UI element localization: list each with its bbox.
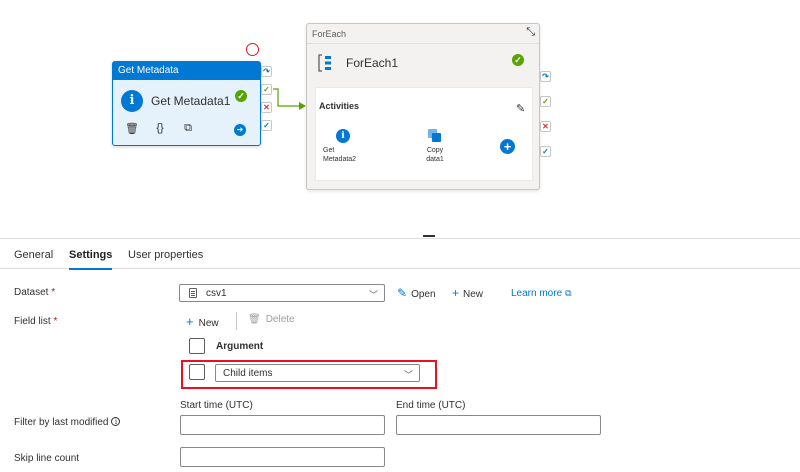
pencil-icon: ✎ [397,286,408,300]
inner-activity-label: data1 [426,156,444,163]
chevron-down-icon: ﹀ [368,290,378,300]
foreach-icon [318,54,331,72]
breakpoint-indicator[interactable] [246,43,259,56]
trash-icon: 🗑 [248,314,261,325]
panel-resize-handle[interactable] [423,235,435,237]
inner-activity-label: Copy [426,147,444,154]
delete-icon[interactable]: 🗑 [125,122,139,135]
success-port[interactable]: ✓ [261,84,272,95]
add-field-button[interactable]: + New [186,314,219,329]
select-all-checkbox[interactable] [189,338,205,354]
field-argument-value: Child items [223,368,273,379]
dataset-icon [189,288,197,298]
success-check-icon: ✓ [512,54,524,66]
tab-general[interactable]: General [14,249,53,261]
foreach-name: ForEach1 [346,56,399,70]
end-time-input[interactable] [396,415,601,435]
failure-port[interactable]: ✕ [261,102,272,113]
chevron-down-icon: ﹀ [403,370,413,380]
get-metadata-activity[interactable]: Get Metadata i Get Metadata1 ✓ 🗑 {} ⧉ ➜ [112,61,261,146]
failure-port[interactable]: ✕ [540,121,551,132]
go-arrow-icon[interactable]: ➜ [234,124,246,136]
inner-activity-label: Get [323,147,335,154]
collapse-icon[interactable]: ⤡ [526,26,535,39]
filter-last-modified-label: Filter by last modified i [14,417,121,428]
external-link-icon: ⧉ [565,288,572,298]
info-icon[interactable]: i [111,417,121,426]
code-icon[interactable]: {} [153,122,167,135]
foreach-inner-activities[interactable]: Activities ✎ i Get Metadata2 Copy data1 … [315,87,533,181]
pipeline-canvas[interactable]: Get Metadata i Get Metadata1 ✓ 🗑 {} ⧉ ➜ … [0,0,800,236]
info-icon: i [121,90,143,112]
dataset-label: Dataset * [14,287,56,298]
activities-label: Activities [319,101,360,111]
dataset-dropdown[interactable]: csv1 ﹀ [179,284,385,302]
activity-type-header: Get Metadata [113,62,260,80]
start-time-label: Start time (UTC) [180,400,253,411]
success-check-icon: ✓ [235,90,247,102]
inner-copy-activity[interactable]: Copy data1 [422,129,448,164]
inner-activity-label: Metadata2 [323,156,357,163]
completion-port[interactable]: ✓ [540,146,551,157]
foreach-activity[interactable]: ForEach ⤡ ForEach1 ✓ Activities ✎ i Get … [306,23,540,190]
new-dataset-button[interactable]: + New [452,286,483,300]
start-time-input[interactable] [180,415,385,435]
row-checkbox[interactable] [189,364,205,380]
skip-line-count-label: Skip line count [14,453,80,464]
skip-line-count-input[interactable] [180,447,385,467]
field-list-label: Field list * [14,316,58,327]
tab-settings[interactable]: Settings [69,249,113,270]
toolbar-divider [236,312,237,330]
success-port[interactable]: ✓ [540,96,551,107]
info-icon: i [336,129,350,143]
learn-more-link[interactable]: Learn more ⧉ [511,288,572,299]
copy-icon[interactable]: ⧉ [181,122,195,135]
open-dataset-button[interactable]: ✎ Open [397,286,436,300]
properties-tabs: General Settings User properties [0,238,800,270]
field-argument-dropdown[interactable]: Child items ﹀ [215,364,420,382]
delete-field-button[interactable]: 🗑 Delete [248,314,295,325]
completion-port[interactable]: ✓ [261,120,272,131]
inner-get-metadata-activity[interactable]: i Get Metadata2 [323,129,363,164]
activity-name: Get Metadata1 [151,94,231,108]
edit-pencil-icon[interactable]: ✎ [516,102,525,115]
add-activity-button[interactable]: + [500,139,515,154]
end-time-label: End time (UTC) [396,400,466,411]
foreach-header: ForEach [307,24,539,44]
dataset-value: csv1 [206,288,227,299]
tab-user-properties[interactable]: User properties [128,249,203,261]
skip-port[interactable]: ↷ [540,71,551,82]
argument-column-header: Argument [216,341,264,352]
copy-data-icon [428,129,442,143]
plus-icon: + [452,286,460,300]
plus-icon: + [186,314,194,329]
skip-port[interactable]: ↷ [261,66,272,77]
